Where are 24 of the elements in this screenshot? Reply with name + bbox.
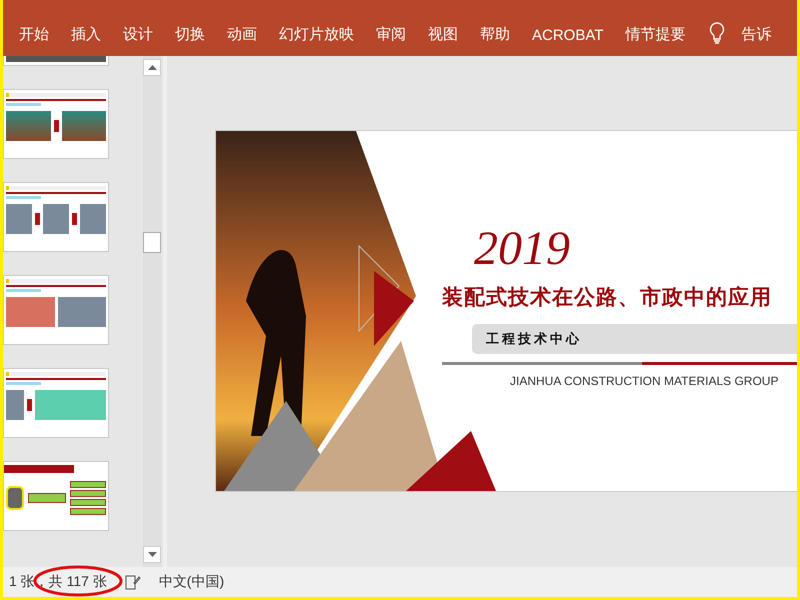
slide-title: 装配式技术在公路、市政中的应用	[442, 284, 772, 311]
ribbon-tab[interactable]: 审阅	[366, 21, 416, 48]
scroll-thumb[interactable]	[143, 232, 161, 253]
down-arrow-icon	[148, 552, 156, 557]
ribbon-tab[interactable]: 帮助	[470, 21, 520, 48]
notes-icon[interactable]	[124, 574, 141, 590]
ribbon-tab[interactable]: 设计	[113, 21, 163, 48]
slide-subtitle: 工程技术中心	[486, 330, 582, 348]
ribbon-tab[interactable]: 动画	[217, 21, 267, 48]
scroll-down-button[interactable]	[143, 546, 161, 563]
ribbon-tab[interactable]: 情节提要	[615, 21, 696, 48]
ribbon-tab[interactable]: 插入	[61, 21, 111, 48]
lightbulb-icon	[709, 22, 726, 44]
ribbon-tab[interactable]: 开始	[9, 21, 59, 48]
language-indicator[interactable]: 中文(中国)	[158, 573, 224, 591]
company-name: JIANHUA CONSTRUCTION MATERIALS GROUP	[510, 374, 778, 388]
scroll-up-button[interactable]	[143, 59, 161, 76]
slide-year: 2019	[474, 225, 570, 273]
ribbon-tab[interactable]: ACROBAT	[522, 23, 614, 48]
up-arrow-icon	[148, 65, 156, 70]
ribbon-tab[interactable]: 视图	[418, 21, 468, 48]
ribbon-tab[interactable]: 切换	[165, 21, 215, 48]
tell-me-field[interactable]: 告诉	[731, 21, 772, 48]
ribbon-tab[interactable]: 幻灯片放映	[269, 21, 364, 48]
